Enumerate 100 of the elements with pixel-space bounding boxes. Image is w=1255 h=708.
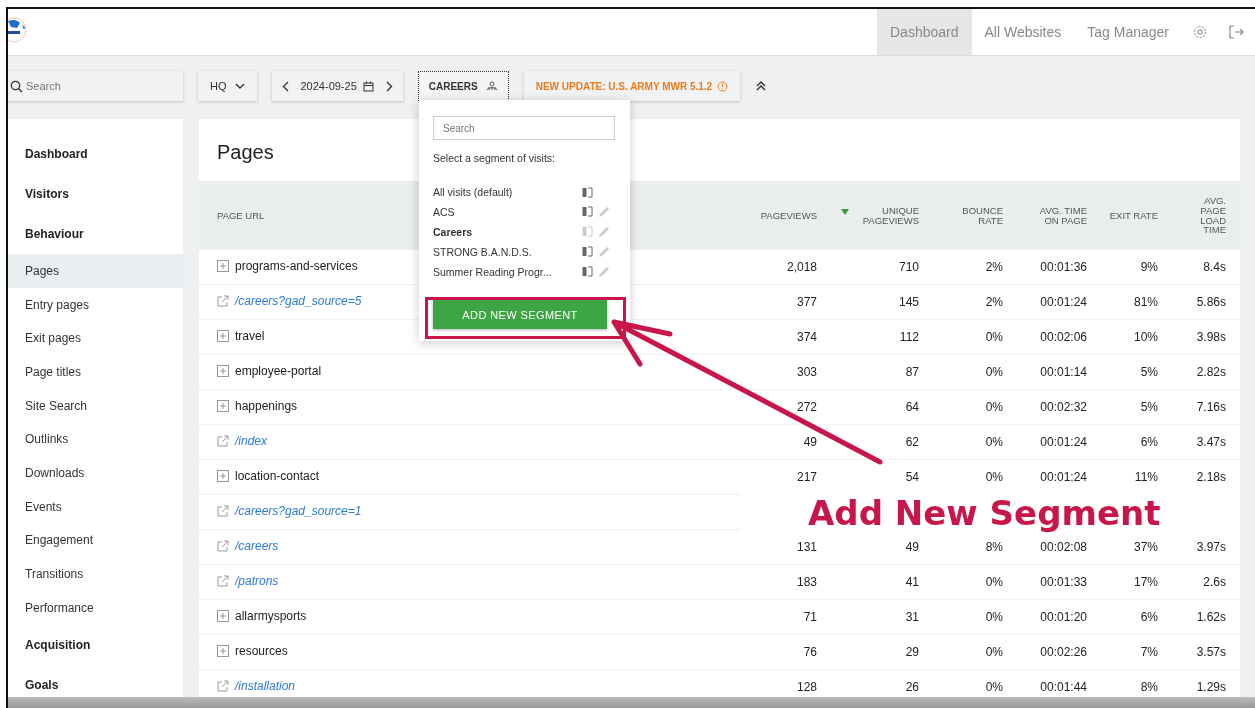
column-header[interactable]: PAGE URL: [217, 210, 265, 221]
page-folder[interactable]: location-contact: [235, 469, 320, 483]
column-header[interactable]: UNIQUE PAGEVIEWS: [853, 205, 919, 226]
table-cell: 0%: [985, 645, 1003, 659]
table-cell: 128: [796, 680, 817, 694]
expand-icon[interactable]: [217, 330, 229, 342]
expand-icon[interactable]: [217, 260, 229, 272]
edit-icon[interactable]: [598, 266, 610, 278]
sidebar-item[interactable]: Goals: [8, 672, 183, 697]
table-cell: 87: [905, 365, 919, 379]
segment-dropdown[interactable]: CAREERS: [417, 71, 509, 101]
page-link[interactable]: /patrons: [235, 574, 279, 588]
page-link[interactable]: /careers: [235, 539, 279, 553]
sidebar-item[interactable]: Dashboard: [8, 142, 183, 166]
logo-icon[interactable]: [8, 17, 30, 43]
external-link-icon[interactable]: [217, 540, 229, 552]
expand-icon[interactable]: [217, 365, 229, 377]
sidebar-item[interactable]: Page titles: [8, 355, 183, 389]
table-cell: 303: [796, 365, 817, 379]
table-cell: 5.86s: [1196, 295, 1226, 309]
column-header[interactable]: EXIT RATE: [1109, 210, 1158, 221]
table-cell: 1.62s: [1196, 610, 1226, 624]
compare-icon[interactable]: [582, 246, 593, 257]
sidebar-item[interactable]: Pages: [8, 254, 183, 288]
external-link-icon[interactable]: [217, 295, 229, 307]
table-cell: 81%: [1133, 295, 1158, 309]
segment-item[interactable]: Summer Reading Progr...: [433, 266, 582, 278]
page-link[interactable]: /index: [235, 434, 268, 448]
table-cell: 29: [905, 645, 919, 659]
segment-item[interactable]: STRONG B.A.N.D.S.: [433, 246, 582, 258]
external-link-icon[interactable]: [217, 505, 229, 517]
sidebar-item[interactable]: Site Search: [8, 388, 183, 423]
search-field[interactable]: Search: [8, 71, 183, 101]
table-cell: 31: [905, 610, 919, 624]
sidebar-item[interactable]: Visitors: [8, 182, 183, 206]
segment-item[interactable]: Careers: [433, 226, 582, 238]
expand-icon[interactable]: [217, 610, 229, 622]
sidebar-item[interactable]: Transitions: [8, 557, 183, 591]
table-cell: 0%: [985, 330, 1003, 344]
page-link[interactable]: /careers?gad_source=5: [235, 294, 362, 308]
next-icon[interactable]: [385, 80, 393, 92]
sidebar-item[interactable]: Performance: [8, 590, 183, 625]
external-link-icon[interactable]: [217, 575, 229, 587]
sidebar-item[interactable]: Outlinks: [8, 422, 183, 457]
nav-tab[interactable]: Tag Manager: [1074, 9, 1182, 55]
table-cell: 3.97s: [1196, 540, 1226, 554]
collapse-icon[interactable]: [755, 80, 768, 92]
group-icon: [485, 81, 498, 91]
page-folder[interactable]: employee-portal: [235, 364, 322, 378]
table-cell: 131: [796, 540, 817, 554]
expand-icon[interactable]: [217, 470, 229, 482]
page-folder[interactable]: travel: [235, 329, 265, 343]
table-cell: 00:01:14: [1040, 365, 1087, 379]
page-folder[interactable]: allarmysports: [235, 609, 307, 623]
info-icon: [717, 80, 729, 92]
segment-search-field[interactable]: Search: [433, 116, 615, 140]
date-picker[interactable]: 2024-09-25: [296, 71, 378, 101]
table-cell: 112: [899, 330, 919, 344]
sidebar-item[interactable]: Acquisition: [8, 632, 183, 657]
sidebar-item[interactable]: Entry pages: [8, 287, 183, 322]
edit-icon[interactable]: [598, 246, 610, 258]
edit-icon[interactable]: [598, 206, 610, 218]
column-header[interactable]: PAGEVIEWS: [760, 210, 817, 221]
expand-icon[interactable]: [217, 645, 229, 657]
sidebar-item[interactable]: Downloads: [8, 456, 183, 490]
table-cell: 145: [898, 295, 919, 309]
sidebar-item[interactable]: Events: [8, 489, 183, 524]
page-folder[interactable]: happenings: [235, 399, 298, 413]
site-dropdown[interactable]: HQ: [198, 71, 257, 101]
calendar-icon: [362, 80, 374, 92]
nav-tab[interactable]: All Websites: [971, 9, 1075, 55]
table-cell: 5%: [1140, 400, 1158, 414]
external-link-icon[interactable]: [217, 435, 229, 447]
segment-item[interactable]: ACS: [433, 206, 582, 218]
page-folder[interactable]: resources: [235, 644, 288, 658]
page-folder[interactable]: programs-and-services: [235, 259, 358, 273]
sidebar-item[interactable]: Exit pages: [8, 321, 183, 356]
table-cell: 710: [898, 260, 919, 274]
compare-icon[interactable]: [582, 186, 593, 198]
edit-icon[interactable]: [598, 226, 610, 238]
sidebar-item[interactable]: Behaviour: [8, 222, 183, 246]
external-link-icon[interactable]: [217, 680, 229, 692]
settings-icon[interactable]: [1193, 25, 1207, 39]
segment-item[interactable]: All visits (default): [433, 186, 582, 198]
compare-icon[interactable]: [582, 206, 593, 217]
table-cell: 5%: [1140, 365, 1158, 379]
table-cell: 54: [905, 470, 919, 484]
compare-icon[interactable]: [582, 266, 593, 277]
table-cell: 0%: [985, 470, 1003, 484]
table-cell: 00:01:24: [1040, 295, 1087, 309]
logout-icon[interactable]: [1229, 25, 1244, 39]
table-cell: 1.29s: [1196, 680, 1226, 694]
page-link[interactable]: /careers?gad_source=1: [235, 504, 362, 518]
sidebar-item[interactable]: Engagement: [8, 523, 183, 558]
page-link[interactable]: /installation: [235, 679, 296, 693]
table-cell: 7%: [1140, 645, 1158, 659]
table-cell: 00:02:26: [1040, 645, 1087, 659]
table-cell: 49: [803, 435, 817, 449]
expand-icon[interactable]: [217, 400, 229, 412]
previous-icon[interactable]: [281, 80, 289, 92]
